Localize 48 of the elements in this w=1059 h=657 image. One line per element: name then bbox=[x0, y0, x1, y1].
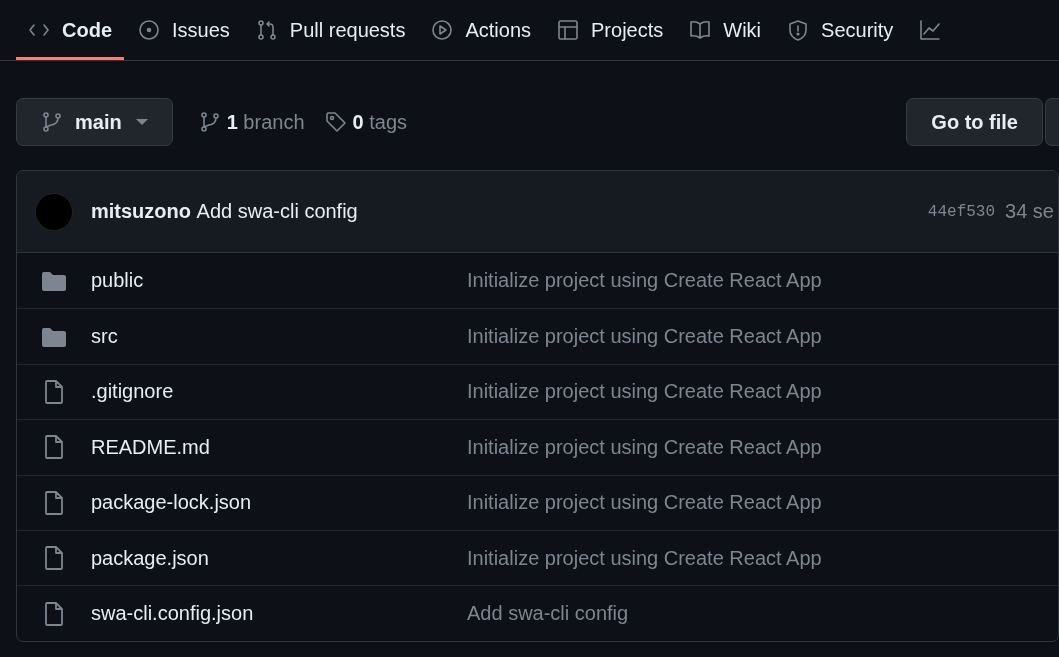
file-name-link[interactable]: src bbox=[91, 325, 467, 349]
file-icon bbox=[43, 601, 65, 626]
branch-icon bbox=[198, 111, 221, 133]
file-icon bbox=[43, 435, 65, 460]
nav-tab[interactable]: Security bbox=[775, 0, 906, 60]
nav-tab[interactable]: Projects bbox=[545, 0, 676, 60]
play-icon bbox=[431, 19, 454, 41]
file-name-link[interactable]: public bbox=[91, 269, 467, 293]
circle-dot-icon bbox=[138, 19, 160, 41]
nav-tab[interactable]: Issues bbox=[126, 0, 242, 60]
file-name-link[interactable]: README.md bbox=[91, 435, 467, 459]
commit-message-link[interactable]: Initialize project using Create React App bbox=[467, 435, 822, 459]
folder-icon bbox=[41, 269, 67, 292]
book-icon bbox=[689, 19, 712, 41]
commit-message-link[interactable]: Initialize project using Create React App bbox=[467, 325, 822, 349]
file-icon bbox=[43, 546, 65, 571]
file-name-link[interactable]: swa-cli.config.json bbox=[91, 602, 467, 626]
table-icon bbox=[557, 19, 580, 41]
commit-author[interactable]: mitsuzono bbox=[91, 200, 191, 223]
branch-selector[interactable]: main bbox=[16, 98, 173, 146]
tag-icon bbox=[324, 111, 347, 133]
commit-message-link[interactable]: Initialize project using Create React App bbox=[467, 546, 822, 570]
branch-icon bbox=[41, 111, 63, 133]
go-to-file-button[interactable]: Go to file bbox=[906, 98, 1043, 146]
commit-message[interactable]: Add swa-cli config bbox=[196, 200, 358, 223]
commit-message-link[interactable]: Add swa-cli config bbox=[467, 602, 629, 626]
file-name-link[interactable]: package.json bbox=[91, 546, 467, 570]
file-name-link[interactable]: .gitignore bbox=[91, 380, 467, 404]
commit-time: 34 se bbox=[1005, 200, 1054, 223]
nav-tab[interactable]: Wiki bbox=[677, 0, 774, 60]
commit-message-link[interactable]: Initialize project using Create React App bbox=[467, 380, 822, 404]
avatar bbox=[35, 192, 73, 231]
file-icon bbox=[43, 379, 65, 404]
file-icon bbox=[43, 490, 65, 515]
nav-tab[interactable]: Pull requests bbox=[243, 0, 418, 60]
commit-hash[interactable]: 44ef530 bbox=[927, 202, 996, 221]
file-name-link[interactable]: package-lock.json bbox=[91, 491, 467, 515]
commit-message-link[interactable]: Initialize project using Create React App bbox=[467, 491, 822, 515]
nav-tab[interactable]: Code bbox=[16, 0, 124, 60]
shield-icon bbox=[787, 19, 810, 41]
commit-message-link[interactable]: Initialize project using Create React App bbox=[467, 269, 822, 293]
graph-icon bbox=[919, 19, 942, 41]
folder-icon bbox=[41, 325, 67, 348]
nav-tab[interactable]: Actions bbox=[419, 0, 544, 60]
pull-request-icon bbox=[255, 19, 278, 41]
branches-link[interactable]: 1 branch bbox=[198, 110, 305, 134]
tags-link[interactable]: 0 tags bbox=[324, 110, 407, 134]
caret-icon bbox=[135, 119, 148, 125]
